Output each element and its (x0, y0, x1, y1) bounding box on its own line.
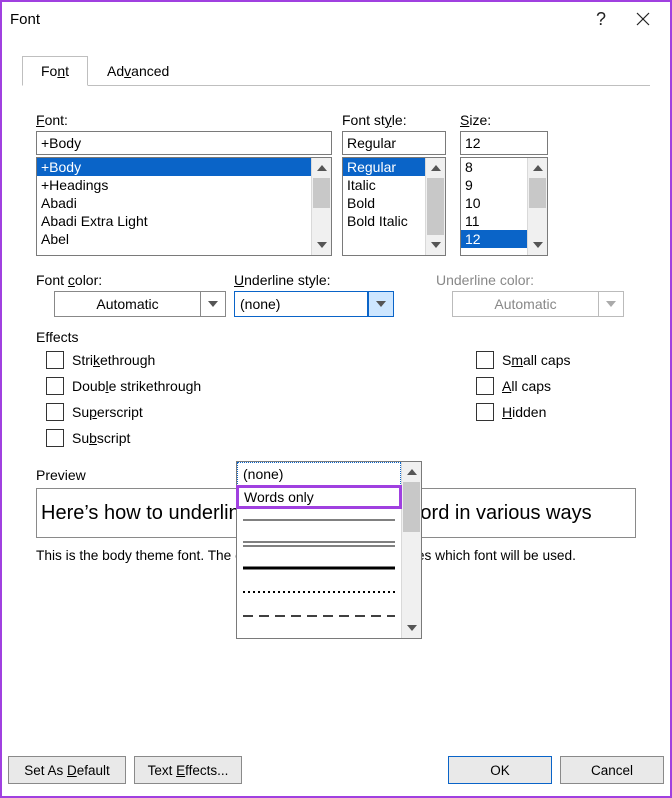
scroll-thumb[interactable] (403, 482, 420, 532)
scrollbar[interactable] (401, 462, 421, 638)
dialog-title: Font (10, 11, 582, 28)
underline-option-double[interactable] (237, 532, 401, 556)
chevron-down-icon[interactable] (368, 291, 394, 317)
checkbox-icon (46, 351, 64, 369)
scroll-up-icon[interactable] (426, 158, 445, 178)
underline-option-dotted[interactable] (237, 580, 401, 604)
font-listbox[interactable]: +Body +Headings Abadi Abadi Extra Light … (36, 157, 332, 256)
size-input[interactable] (460, 131, 548, 155)
title-bar: Font ? (2, 2, 670, 36)
text-effects-button[interactable]: Text Effects... (134, 756, 242, 784)
checkbox-small-caps[interactable]: Small caps (476, 351, 636, 369)
tab-strip: Font Advanced (22, 56, 650, 86)
scrollbar[interactable] (527, 158, 547, 255)
scrollbar[interactable] (425, 158, 445, 255)
list-item[interactable]: 12 (461, 230, 527, 248)
size-label: Size: (460, 112, 548, 128)
underline-option-none[interactable]: (none) (237, 462, 401, 486)
checkbox-all-caps[interactable]: All caps (476, 377, 636, 395)
font-style-label: Font style: (342, 112, 446, 128)
underline-option-words-only[interactable]: Words only (236, 485, 402, 509)
set-as-default-button[interactable]: Set As Default (8, 756, 126, 784)
font-color-label: Font color: (36, 272, 226, 288)
list-item[interactable]: +Body (37, 158, 311, 176)
font-style-listbox[interactable]: Regular Italic Bold Bold Italic (342, 157, 446, 256)
scroll-down-icon[interactable] (528, 235, 547, 255)
underline-color-label: Underline color: (436, 272, 632, 288)
scroll-down-icon[interactable] (426, 235, 445, 255)
checkbox-icon (476, 403, 494, 421)
checkbox-strikethrough[interactable]: Strikethrough (46, 351, 266, 369)
scroll-up-icon[interactable] (402, 462, 421, 482)
checkbox-subscript[interactable]: Subscript (46, 429, 266, 447)
list-item[interactable]: Abadi (37, 194, 311, 212)
list-item[interactable]: Abadi Extra Light (37, 212, 311, 230)
underline-option-single[interactable] (237, 508, 401, 532)
size-listbox[interactable]: 8 9 10 11 12 (460, 157, 548, 256)
underline-option-thick[interactable] (237, 556, 401, 580)
help-button[interactable]: ? (582, 9, 620, 30)
list-item[interactable]: 9 (461, 176, 527, 194)
list-item[interactable]: Regular (343, 158, 425, 176)
tab-font[interactable]: Font (22, 56, 88, 86)
underline-style-popup[interactable]: (none) Words only (236, 461, 422, 639)
tab-advanced[interactable]: Advanced (88, 56, 188, 85)
dialog-body: Font: +Body +Headings Abadi Abadi Extra … (2, 86, 670, 573)
scroll-up-icon[interactable] (312, 158, 331, 178)
cancel-button[interactable]: Cancel (560, 756, 664, 784)
checkbox-icon (46, 403, 64, 421)
scroll-thumb[interactable] (427, 178, 444, 235)
font-color-dropdown[interactable]: Automatic (54, 291, 226, 317)
close-button[interactable] (620, 12, 666, 26)
list-item[interactable]: 10 (461, 194, 527, 212)
checkbox-icon (476, 351, 494, 369)
underline-style-label: Underline style: (234, 272, 428, 288)
font-style-input[interactable] (342, 131, 446, 155)
ok-button[interactable]: OK (448, 756, 552, 784)
checkbox-hidden[interactable]: Hidden (476, 403, 636, 421)
chevron-down-icon (598, 291, 624, 317)
button-bar: Set As Default Text Effects... OK Cancel (8, 750, 664, 790)
list-item[interactable]: Bold Italic (343, 212, 425, 230)
scrollbar[interactable] (311, 158, 331, 255)
scroll-up-icon[interactable] (528, 158, 547, 178)
effects-label: Effects (36, 329, 636, 345)
underline-color-dropdown: Automatic (452, 291, 624, 317)
close-icon (636, 12, 650, 26)
list-item[interactable]: +Headings (37, 176, 311, 194)
list-item[interactable]: Abel (37, 230, 311, 248)
list-item[interactable]: Bold (343, 194, 425, 212)
scroll-down-icon[interactable] (402, 618, 421, 638)
scroll-down-icon[interactable] (312, 235, 331, 255)
list-item[interactable]: 8 (461, 158, 527, 176)
checkbox-superscript[interactable]: Superscript (46, 403, 266, 421)
font-dialog: Font ? Font Advanced Font: +Body +Headin… (0, 0, 672, 798)
list-item[interactable]: Italic (343, 176, 425, 194)
checkbox-double-strikethrough[interactable]: Double strikethrough (46, 377, 266, 395)
checkbox-icon (46, 377, 64, 395)
checkbox-icon (46, 429, 64, 447)
underline-style-dropdown[interactable]: (none) (234, 291, 394, 317)
scroll-thumb[interactable] (313, 178, 330, 208)
checkbox-icon (476, 377, 494, 395)
underline-option-dashed[interactable] (237, 604, 401, 628)
list-item[interactable]: 11 (461, 212, 527, 230)
font-label: Font: (36, 112, 332, 128)
chevron-down-icon[interactable] (200, 291, 226, 317)
scroll-thumb[interactable] (529, 178, 546, 208)
font-input[interactable] (36, 131, 332, 155)
